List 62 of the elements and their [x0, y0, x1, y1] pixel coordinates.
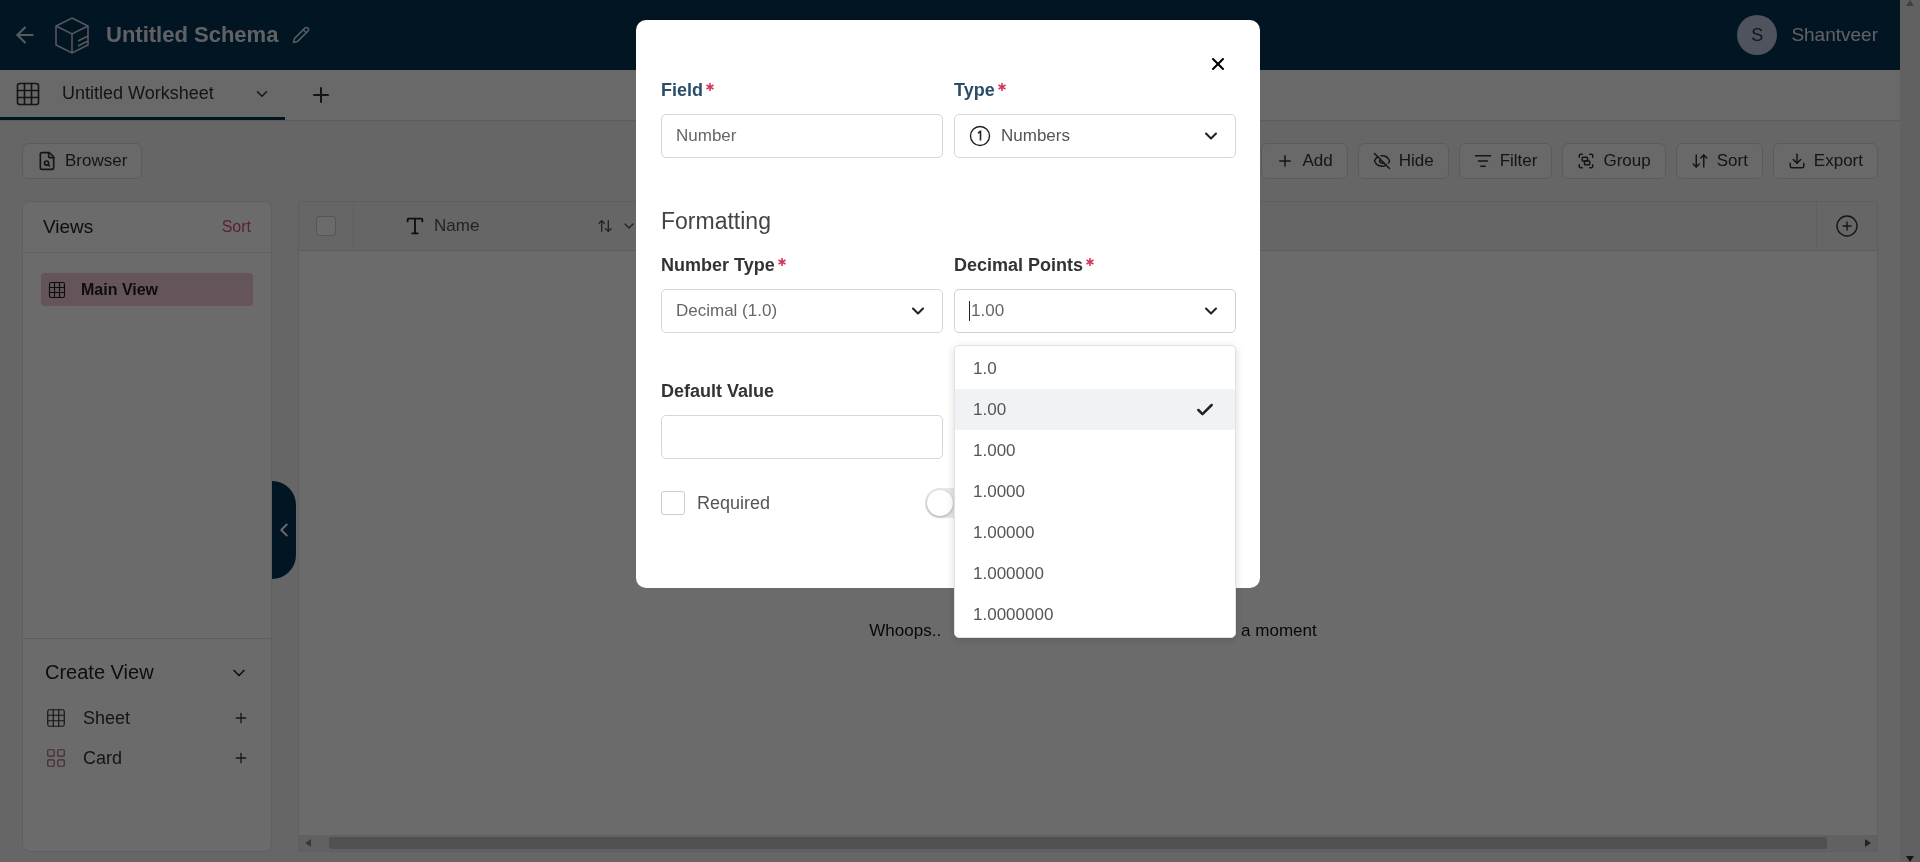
sort-icon [1690, 152, 1709, 170]
edit-icon[interactable] [292, 26, 311, 44]
grid-icon [47, 279, 67, 300]
document-search-icon [37, 151, 57, 171]
required-checkbox[interactable] [661, 491, 685, 515]
create-view-item[interactable]: Sheet [83, 707, 217, 729]
filter-button[interactable]: Filter [1458, 143, 1553, 179]
add-column-icon[interactable] [1835, 214, 1859, 238]
grid-icon [45, 707, 67, 729]
sort-icon[interactable] [597, 218, 613, 234]
dropdown-option[interactable]: 1.0000000 [955, 594, 1235, 635]
plus-icon[interactable] [233, 750, 249, 766]
number-one-icon [969, 125, 991, 147]
type-select[interactable]: Numbers [954, 114, 1236, 158]
user-avatar[interactable]: S [1737, 15, 1778, 55]
horizontal-scrollbar[interactable] [299, 835, 1877, 851]
empty-message: a moment [1241, 621, 1317, 641]
schema-title: Untitled Schema [106, 22, 279, 48]
scroll-down-icon[interactable] [1906, 856, 1914, 862]
hide-button[interactable]: Hide [1357, 143, 1449, 179]
default-value-input[interactable] [661, 415, 943, 459]
add-button[interactable]: Add [1261, 143, 1348, 179]
eye-off-icon [1372, 152, 1391, 170]
create-view-item[interactable]: Card [83, 747, 217, 769]
field-label: Default Value [661, 381, 776, 403]
scroll-left-icon[interactable] [305, 839, 311, 847]
dropdown-option[interactable]: 1.00 [955, 389, 1235, 430]
download-icon [1787, 152, 1806, 170]
collapse-handle[interactable] [272, 481, 296, 579]
field-label: Type [954, 80, 1236, 102]
card-grid-icon [45, 747, 67, 769]
group-button[interactable]: Group [1562, 143, 1666, 179]
number-type-select[interactable]: Decimal (1.0) [661, 289, 943, 333]
view-item[interactable]: Main View [41, 273, 253, 306]
vertical-scrollbar[interactable] [1900, 0, 1920, 862]
field-input[interactable]: Number [661, 114, 943, 158]
checkbox-label: Required [697, 492, 771, 514]
text-type-icon [404, 215, 426, 237]
cube-logo-icon [52, 15, 92, 55]
sort-link[interactable]: Sort [221, 218, 251, 236]
panel-title: Views [43, 216, 94, 238]
dropdown-option[interactable]: 1.0 [955, 348, 1235, 389]
dropdown-option[interactable]: 1.000000 [955, 553, 1235, 594]
section-title: Create View [45, 661, 154, 684]
browser-button[interactable]: Browser [22, 143, 143, 179]
dropdown-option[interactable]: 1.000 [955, 430, 1235, 471]
export-button[interactable]: Export [1772, 143, 1878, 179]
field-label: Decimal Points [954, 255, 1236, 277]
user-name: Shantveer [1791, 24, 1878, 46]
group-icon [1577, 152, 1596, 170]
field-label: Field [661, 80, 943, 102]
empty-message: Whoops.. [869, 621, 942, 641]
dropdown-option[interactable]: 1.00000 [955, 512, 1235, 553]
worksheet-tab[interactable]: Untitled Worksheet [0, 70, 285, 120]
plus-icon[interactable] [233, 710, 249, 726]
field-label: Number Type [661, 255, 943, 277]
section-heading: Formatting [661, 208, 772, 235]
scroll-right-icon[interactable] [1865, 839, 1871, 847]
filter-icon [1473, 152, 1492, 170]
scroll-up-icon[interactable] [1906, 0, 1914, 6]
sort-button[interactable]: Sort [1675, 143, 1763, 179]
dropdown-option[interactable]: 1.0000 [955, 471, 1235, 512]
